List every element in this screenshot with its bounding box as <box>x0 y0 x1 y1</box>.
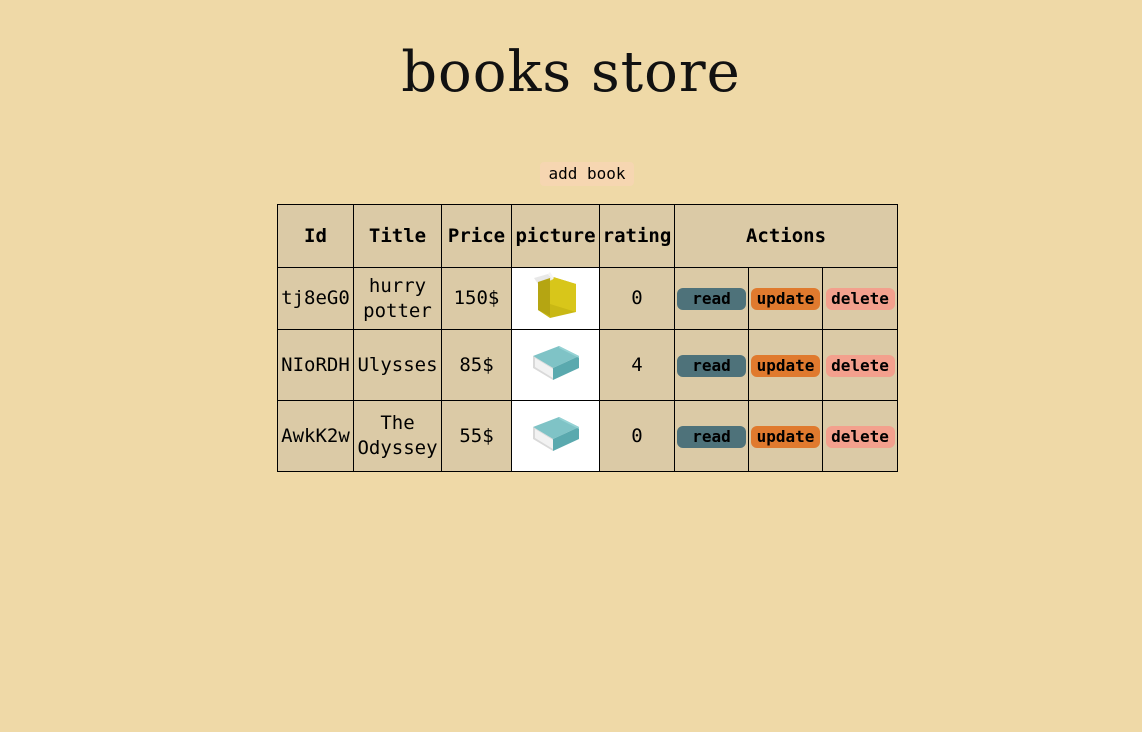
title-line: Odyssey <box>357 437 438 459</box>
cell-delete: delete <box>821 329 899 401</box>
delete-button[interactable]: delete <box>825 425 895 448</box>
teal-book-icon <box>529 409 583 464</box>
read-button[interactable]: read <box>677 425 746 448</box>
cell-delete: delete <box>821 267 899 330</box>
cell-rating: 0 <box>599 400 675 472</box>
cell-read: read <box>674 400 749 472</box>
delete-button[interactable]: delete <box>825 288 895 310</box>
cell-picture <box>511 329 600 401</box>
title-line: The <box>380 412 415 434</box>
cell-update: update <box>748 329 823 401</box>
cell-price: 55$ <box>441 400 512 472</box>
cell-title: The Odyssey <box>353 400 442 472</box>
update-button[interactable]: update <box>751 288 820 310</box>
cell-id: AwkK2w <box>277 400 354 472</box>
update-button[interactable]: update <box>751 425 820 448</box>
cell-read: read <box>674 329 749 401</box>
teal-book-icon <box>529 338 583 393</box>
cell-id: NIoRDH <box>277 329 354 401</box>
cell-read: read <box>674 267 749 330</box>
cell-price: 150$ <box>441 267 512 330</box>
header-picture: picture <box>511 204 600 268</box>
table-row: tj8eG0 hurry potter 150$ 0 read update d… <box>277 267 899 330</box>
cell-delete: delete <box>821 400 899 472</box>
cell-title: Ulysses <box>353 329 442 401</box>
cell-picture <box>511 400 600 472</box>
title-line: potter <box>363 299 432 322</box>
add-book-button[interactable]: add book <box>540 162 634 186</box>
header-title: Title <box>353 204 442 268</box>
cell-title: hurry potter <box>353 267 442 330</box>
table-header-row: Id Title Price picture rating Actions <box>277 204 899 268</box>
header-price: Price <box>441 204 512 268</box>
page-title: books store <box>401 40 741 105</box>
header-rating: rating <box>599 204 675 268</box>
cell-update: update <box>748 400 823 472</box>
books-table: Id Title Price picture rating Actions tj… <box>277 204 899 472</box>
delete-button[interactable]: delete <box>825 354 895 377</box>
cell-update: update <box>748 267 823 330</box>
cell-rating: 4 <box>599 329 675 401</box>
cell-id: tj8eG0 <box>277 267 354 330</box>
header-actions: Actions <box>673 204 899 268</box>
cell-picture <box>511 267 600 330</box>
read-button[interactable]: read <box>677 288 746 310</box>
table-row: AwkK2w The Odyssey 55$ 0 read update del… <box>277 400 899 472</box>
header-id: Id <box>277 204 354 268</box>
cell-price: 85$ <box>441 329 512 401</box>
read-button[interactable]: read <box>677 354 746 377</box>
title-line: hurry <box>368 274 427 297</box>
update-button[interactable]: update <box>751 354 820 377</box>
table-row: NIoRDH Ulysses 85$ 4 read update delete <box>277 329 899 401</box>
yellow-book-icon <box>528 270 584 327</box>
cell-rating: 0 <box>599 267 675 330</box>
